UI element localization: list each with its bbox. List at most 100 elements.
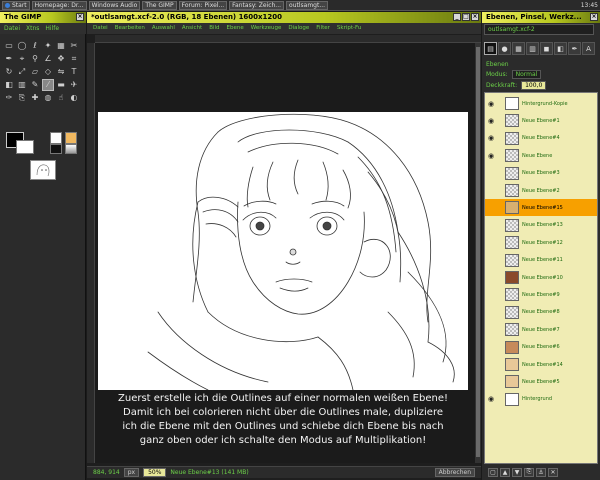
layers-titlebar[interactable]: Ebenen, Pinsel, Werkz... × (482, 12, 600, 23)
unit-select[interactable]: px (123, 468, 140, 477)
vertical-scrollbar[interactable] (475, 43, 481, 463)
bucket-fill-icon[interactable]: ◧ (3, 79, 15, 91)
heal-icon[interactable]: ✚ (29, 92, 41, 104)
zoom-select[interactable]: 50% (143, 468, 167, 477)
layer-row[interactable]: ◉ Neue Ebene (485, 147, 597, 164)
visibility-eye-icon[interactable]: ◉ (485, 100, 497, 108)
anchor-layer-icon[interactable]: ⚓ (536, 467, 546, 477)
text-icon[interactable]: T (68, 66, 80, 78)
visibility-eye-icon[interactable]: ◉ (485, 395, 497, 403)
image-select[interactable]: outlsamgt.xcf-2 (484, 24, 594, 35)
menu-filter[interactable]: Filter (316, 23, 330, 34)
layer-row[interactable]: Neue Ebene#8 (485, 304, 597, 321)
gradient-preview-dark[interactable] (50, 144, 62, 154)
layer-row[interactable]: Neue Ebene#15 (485, 199, 597, 217)
close-icon[interactable]: × (471, 13, 479, 21)
layers-tab-icon[interactable]: ▤ (484, 42, 497, 55)
image-canvas[interactable] (98, 112, 468, 391)
taskbar-item[interactable]: outlsamgt... (286, 0, 329, 10)
close-icon[interactable]: × (76, 13, 84, 21)
brushes-tab-icon[interactable]: ● (498, 42, 511, 55)
scrollbar-thumb[interactable] (476, 47, 480, 457)
layer-row[interactable]: Neue Ebene#9 (485, 286, 597, 303)
paintbrush-icon[interactable]: ⁄ (42, 79, 54, 91)
eraser-icon[interactable]: ▬ (55, 79, 67, 91)
layer-row[interactable]: ◉ Neue Ebene#4 (485, 130, 597, 147)
move-icon[interactable]: ✥ (55, 53, 67, 65)
smudge-icon[interactable]: ☝ (55, 92, 67, 104)
menu-werkzeuge[interactable]: Werkzeuge (251, 23, 282, 34)
visibility-eye-icon[interactable]: ◉ (485, 117, 497, 125)
flip-icon[interactable]: ⇋ (55, 66, 67, 78)
gradients-tab-icon[interactable]: ▥ (526, 42, 539, 55)
rect-select-icon[interactable]: ▭ (3, 40, 15, 52)
pattern-preview[interactable] (65, 132, 77, 144)
mode-select[interactable]: Normal (511, 69, 542, 79)
menu-dialoge[interactable]: Dialoge (288, 23, 309, 34)
horizontal-ruler[interactable] (95, 35, 481, 43)
pencil-icon[interactable]: ✎ (29, 79, 41, 91)
menu-skript-fu[interactable]: Skript-Fu (337, 23, 361, 34)
layer-row[interactable]: ◉ Hintergrund-Kopie (485, 95, 597, 112)
scissors-icon[interactable]: ✂ (68, 40, 80, 52)
background-color[interactable] (16, 140, 34, 154)
taskbar-item[interactable]: Fantasy: Zeich... (229, 0, 285, 10)
dodge-burn-icon[interactable]: ◐ (68, 92, 80, 104)
layer-row[interactable]: Neue Ebene#2 (485, 182, 597, 199)
rotate-icon[interactable]: ↻ (3, 66, 15, 78)
delete-layer-icon[interactable]: ✕ (548, 467, 558, 477)
menu-xtns[interactable]: Xtns (26, 23, 39, 34)
toolbox-titlebar[interactable]: The GIMP × (0, 12, 86, 23)
brush-preview[interactable] (50, 132, 62, 144)
layer-row[interactable]: Neue Ebene#14 (485, 356, 597, 373)
active-image-thumbnail[interactable] (30, 160, 56, 180)
menu-auswahl[interactable]: Auswahl (152, 23, 175, 34)
fuzzy-select-icon[interactable]: ✦ (42, 40, 54, 52)
clone-icon[interactable]: ⎘ (16, 92, 28, 104)
airbrush-icon[interactable]: ✈ (68, 79, 80, 91)
channels-tab-icon[interactable]: ◧ (554, 42, 567, 55)
taskbar-item[interactable]: Windows Audio (88, 0, 141, 10)
new-layer-icon[interactable]: ▢ (488, 467, 498, 477)
image-titlebar[interactable]: *outlsamgt.xcf-2.0 (RGB, 18 Ebenen) 1600… (87, 12, 481, 23)
layer-row[interactable]: Neue Ebene#3 (485, 165, 597, 182)
measure-icon[interactable]: ∠ (42, 53, 54, 65)
color-select-icon[interactable]: ▦ (55, 40, 67, 52)
close-icon[interactable]: × (590, 13, 598, 21)
menu-hilfe[interactable]: Hilfe (45, 23, 59, 34)
raise-layer-icon[interactable]: ▲ (500, 467, 510, 477)
layer-row[interactable]: Neue Ebene#11 (485, 252, 597, 269)
fonts-tab-icon[interactable]: A (582, 42, 595, 55)
layer-row[interactable]: Neue Ebene#10 (485, 269, 597, 286)
vertical-ruler[interactable] (87, 43, 95, 463)
visibility-eye-icon[interactable]: ◉ (485, 152, 497, 160)
perspective-icon[interactable]: ◇ (42, 66, 54, 78)
duplicate-layer-icon[interactable]: ⎘ (524, 467, 534, 477)
paths-tab-icon[interactable]: ✒ (568, 42, 581, 55)
menu-bild[interactable]: Bild (209, 23, 219, 34)
shear-icon[interactable]: ▱ (29, 66, 41, 78)
blend-icon[interactable]: ▥ (16, 79, 28, 91)
layer-row[interactable]: Neue Ebene#7 (485, 321, 597, 338)
menu-bearbeiten[interactable]: Bearbeiten (115, 23, 145, 34)
layer-row[interactable]: Neue Ebene#6 (485, 339, 597, 356)
crop-icon[interactable]: ⌗ (68, 53, 80, 65)
opacity-field[interactable]: 100,0 (521, 80, 547, 90)
lower-layer-icon[interactable]: ▼ (512, 467, 522, 477)
taskbar-item[interactable]: Forum: Pixel... (178, 0, 228, 10)
layer-row[interactable]: Neue Ebene#12 (485, 234, 597, 251)
paths-icon[interactable]: ✒ (3, 53, 15, 65)
layer-row[interactable]: ◉ Neue Ebene#1 (485, 112, 597, 129)
visibility-eye-icon[interactable]: ◉ (485, 134, 497, 142)
taskbar-item[interactable]: Homepage: Dr... (31, 0, 87, 10)
menu-datei[interactable]: Datei (93, 23, 108, 34)
scale-icon[interactable]: ⤢ (16, 66, 28, 78)
color-picker-icon[interactable]: ⌖ (16, 53, 28, 65)
menu-ansicht[interactable]: Ansicht (182, 23, 202, 34)
ink-icon[interactable]: ✑ (3, 92, 15, 104)
start-button[interactable]: Start (2, 0, 30, 10)
layer-row[interactable]: ◉ Hintergrund (485, 391, 597, 408)
patterns-tab-icon[interactable]: ▦ (512, 42, 525, 55)
minimize-icon[interactable]: _ (453, 13, 461, 21)
menu-ebene[interactable]: Ebene (227, 23, 244, 34)
